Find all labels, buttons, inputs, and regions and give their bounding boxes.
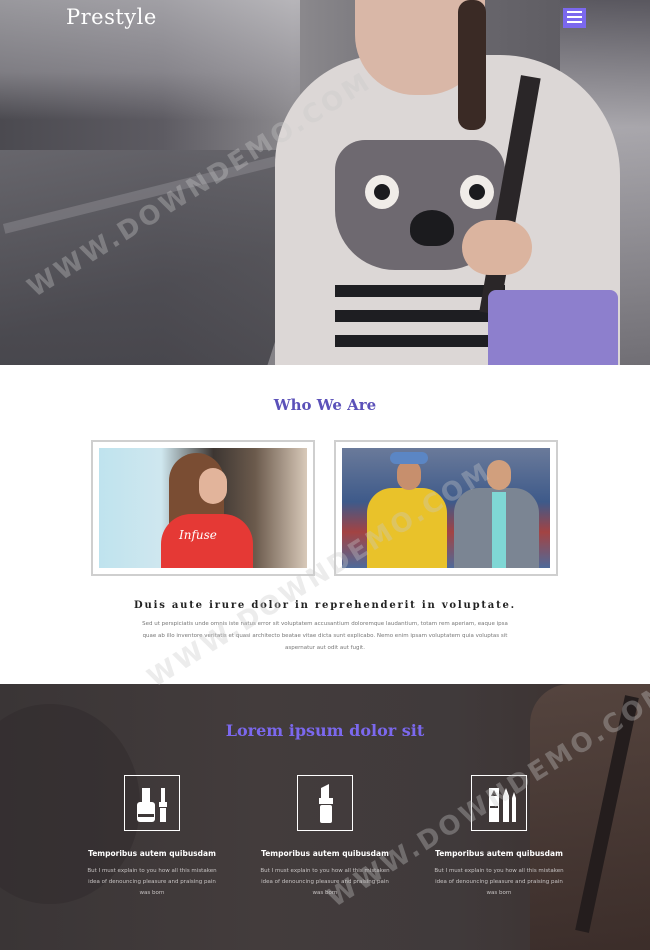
site-logo[interactable]: Prestyle [66, 5, 157, 29]
sweater-raccoon-eye [365, 175, 399, 209]
about-headline: Duis aute irure dolor in reprehenderit i… [134, 600, 516, 611]
photo-image: Infuse [99, 448, 307, 568]
hero-banner: Prestyle [0, 0, 650, 365]
photo-man-hat [390, 452, 428, 464]
feature-card: Temporibus autem quibusdam But I must ex… [77, 775, 227, 899]
hero-woman-braid [458, 0, 486, 130]
shirt-print-text: Infuse [179, 528, 217, 542]
photo-man-scarf [492, 492, 506, 568]
hero-woman-hand [462, 220, 532, 275]
section-title-who-we-are: Who We Are [273, 396, 377, 414]
sweater-raccoon-nose [410, 210, 454, 246]
hamburger-icon [567, 21, 582, 23]
feature-text: But I must explain to you how all this m… [87, 868, 217, 896]
nail-polish-icon [124, 775, 180, 831]
hamburger-icon [567, 11, 582, 13]
feature-text: But I must explain to you how all this m… [434, 868, 564, 896]
menu-button[interactable] [563, 8, 586, 28]
feature-heading: Temporibus autem quibusdam [435, 849, 563, 858]
sweater-stripe [335, 310, 505, 322]
section-title-features: Lorem ipsum dolor sit [225, 721, 425, 740]
photo-man-face [397, 460, 421, 490]
purple-bag [488, 290, 618, 365]
photo-woman-face [199, 468, 227, 504]
lipstick-icon [297, 775, 353, 831]
sweater-raccoon-eye [460, 175, 494, 209]
sweater-stripe [335, 285, 505, 297]
sweater-stripe [335, 335, 505, 347]
hamburger-icon [567, 16, 582, 18]
photo-woman-red-shirt: Infuse [91, 440, 315, 576]
feature-heading: Temporibus autem quibusdam [88, 849, 216, 858]
